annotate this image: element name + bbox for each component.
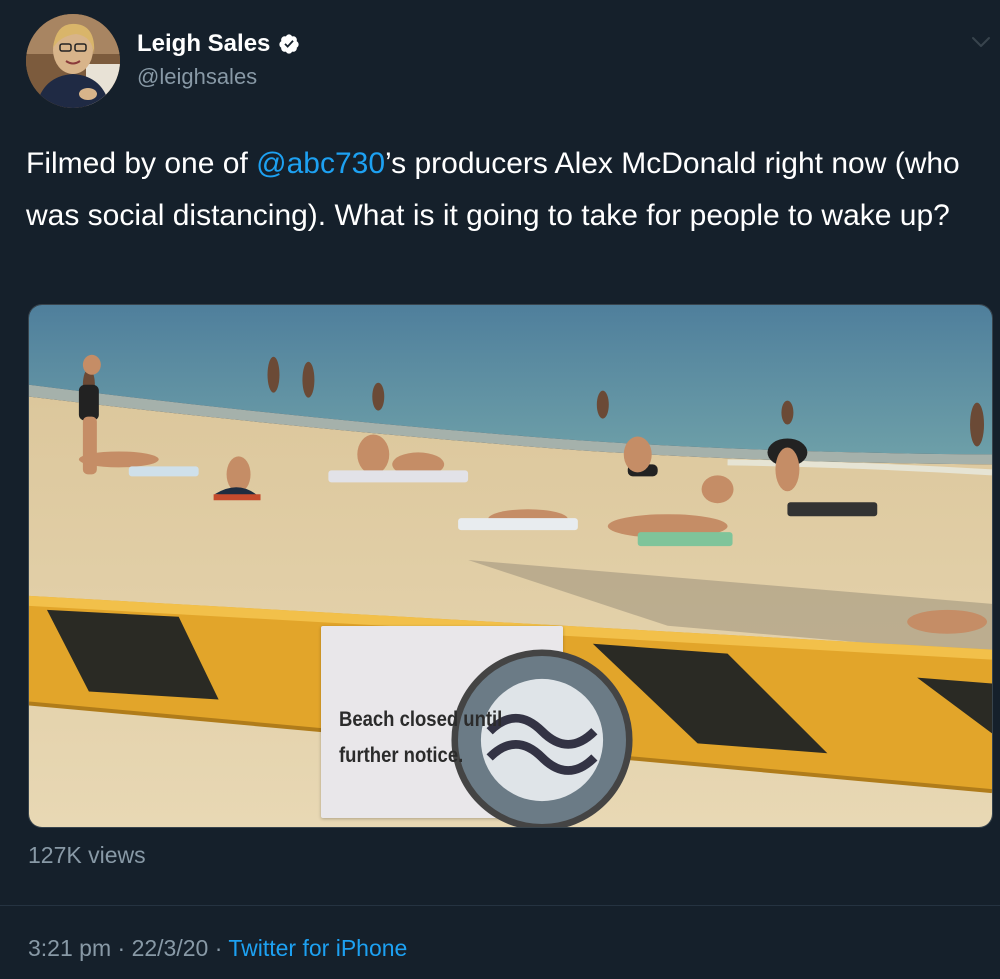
tweet-text-start: Filmed by one of bbox=[26, 147, 257, 180]
avatar[interactable] bbox=[26, 14, 120, 108]
mention-link[interactable]: @abc730 bbox=[256, 147, 385, 180]
divider bbox=[0, 905, 1000, 906]
source-link[interactable]: Twitter for iPhone bbox=[228, 935, 407, 961]
meta-separator: · bbox=[214, 935, 223, 961]
tweet-text: Filmed by one of @abc730’s producers Ale… bbox=[26, 138, 976, 242]
tweet: Leigh Sales @leighsales Filmed by one of… bbox=[0, 0, 1000, 979]
tweet-time[interactable]: 3:21 pm bbox=[28, 935, 111, 961]
view-count: 127K views bbox=[28, 842, 146, 868]
verified-badge-icon bbox=[279, 34, 300, 54]
display-name[interactable]: Leigh Sales bbox=[137, 30, 270, 58]
avatar-image bbox=[26, 14, 120, 108]
sign-text: Beach closed until further notice. bbox=[339, 708, 503, 767]
author-name-row[interactable]: Leigh Sales bbox=[137, 30, 300, 58]
video-player[interactable]: Beach closed until further notice. bbox=[28, 304, 993, 828]
beach-closed-sign: Beach closed until further notice. bbox=[321, 626, 633, 827]
tweet-date[interactable]: 22/3/20 bbox=[132, 935, 209, 961]
meta-separator: · bbox=[117, 935, 126, 961]
author-handle[interactable]: @leighsales bbox=[137, 64, 257, 90]
chevron-down-icon[interactable] bbox=[970, 34, 992, 50]
tweet-meta: 3:21 pm · 22/3/20 · Twitter for iPhone bbox=[28, 935, 407, 962]
